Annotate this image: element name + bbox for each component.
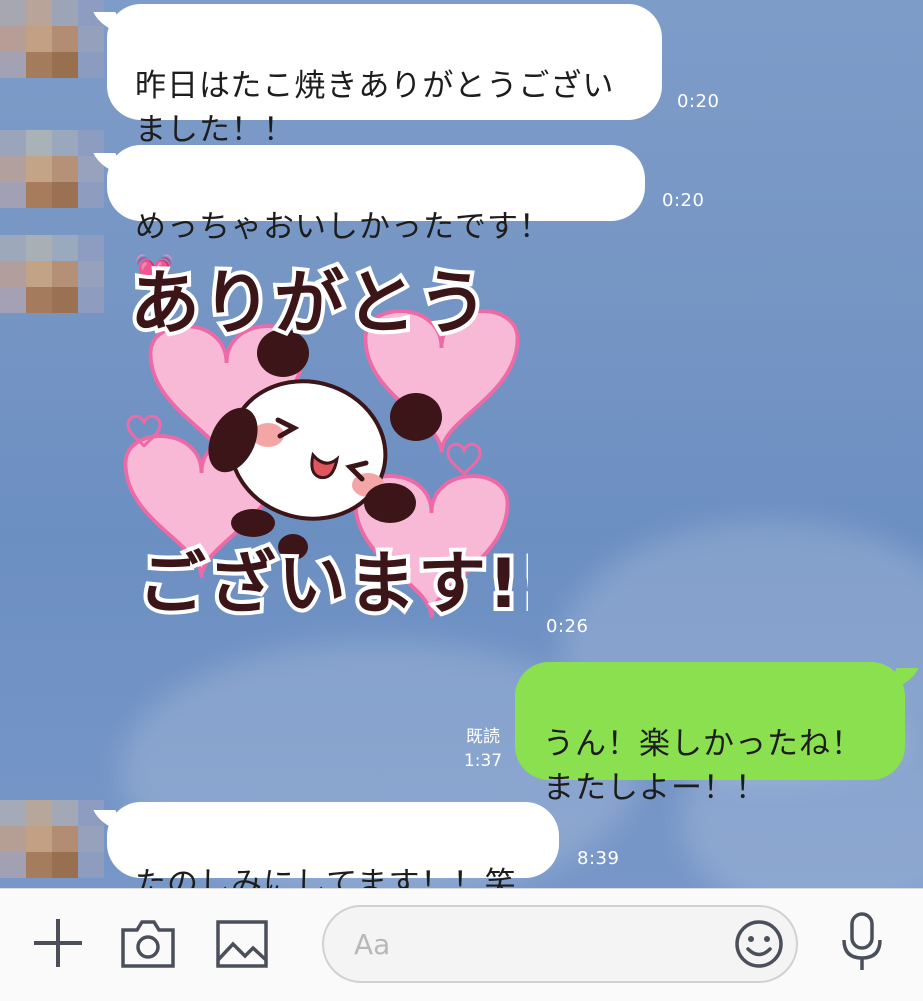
read-label: 既読	[466, 727, 500, 747]
chat-area[interactable]: 昨日はたこ焼きありがとうござい ました！！ 0:20 めっちゃおいしかったです！…	[0, 0, 923, 888]
camera-icon[interactable]	[120, 918, 176, 970]
image-icon[interactable]	[215, 918, 269, 970]
message-input[interactable]	[322, 905, 798, 983]
message-bubble[interactable]: たのしみにしてます！！笑	[107, 802, 559, 888]
avatar[interactable]	[0, 130, 105, 235]
microphone-icon[interactable]	[838, 910, 886, 976]
message-bubble[interactable]: 昨日はたこ焼きありがとうござい ました！！	[107, 4, 662, 148]
small-heart-outline	[446, 442, 482, 476]
smiley-icon[interactable]	[733, 918, 785, 970]
sticker-text: ございます!!	[138, 545, 528, 624]
message-bubble[interactable]: めっちゃおいしかったです！ 💓	[107, 145, 645, 289]
read-receipt: 既読 1:37	[458, 725, 508, 773]
message-text: めっちゃおいしかったです！	[135, 209, 551, 245]
message-time: 1:37	[463, 751, 503, 771]
message-time: 8:39	[577, 848, 620, 869]
avatar[interactable]	[0, 235, 105, 340]
plus-icon[interactable]	[30, 915, 86, 971]
sticker-text: ありがとう	[130, 262, 490, 344]
message-text: 昨日はたこ焼きありがとうござい ました！！	[135, 68, 615, 148]
avatar[interactable]	[0, 800, 105, 888]
avatar[interactable]	[0, 0, 105, 105]
message-text: たのしみにしてます！！笑	[135, 866, 517, 888]
message-time: 0:20	[662, 190, 705, 211]
message-text-field[interactable]	[352, 923, 716, 965]
message-time: 0:26	[546, 616, 589, 637]
panda-sticker[interactable]: ありがとう ございます!!	[118, 255, 556, 628]
message-time: 0:20	[677, 91, 720, 112]
my-message-bubble[interactable]: うん！楽しかったね！ またしよー！！	[515, 662, 905, 806]
